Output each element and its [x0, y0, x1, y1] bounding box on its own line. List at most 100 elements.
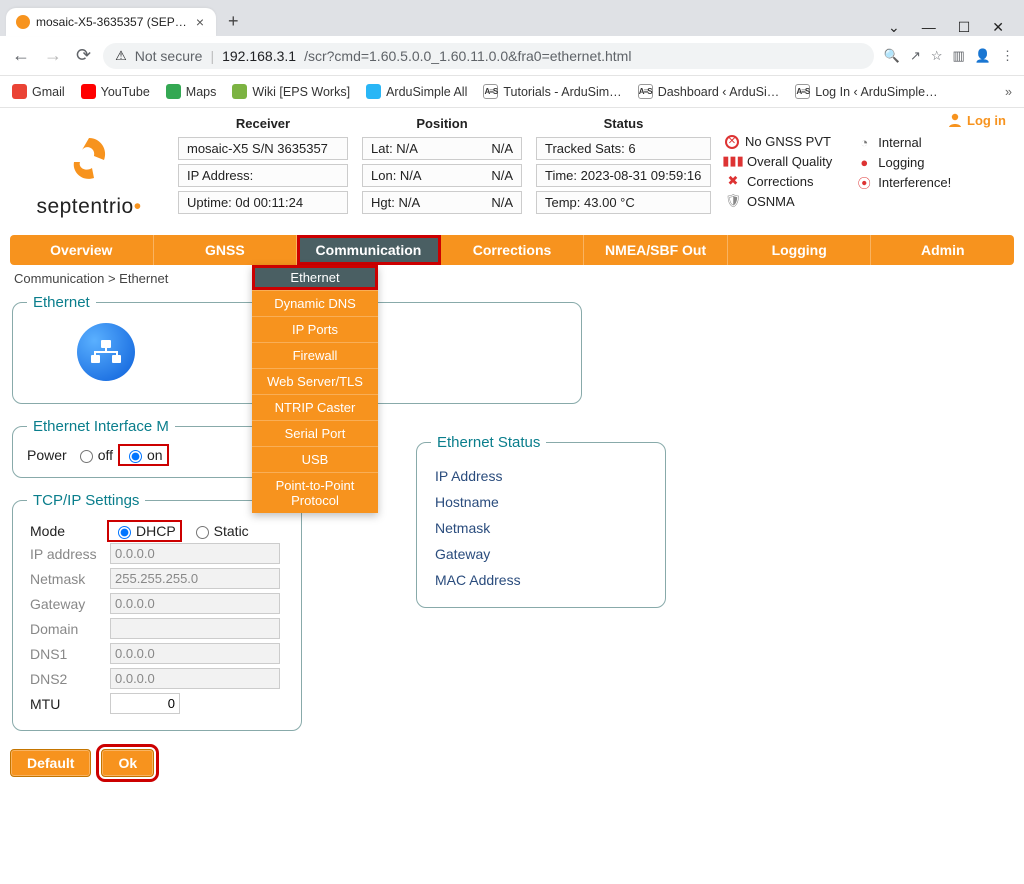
breadcrumb-b: Ethernet	[119, 271, 168, 286]
bookmark-gmail[interactable]: Gmail	[12, 84, 65, 99]
dropdown-firewall[interactable]: Firewall	[252, 342, 378, 368]
youtube-icon	[81, 84, 96, 99]
nav-nmea-sbf[interactable]: NMEA/SBF Out	[584, 235, 728, 265]
nav-corrections[interactable]: Corrections	[441, 235, 585, 265]
url-host: 192.168.3.1	[222, 48, 296, 64]
dropdown-p2p[interactable]: Point-to-Point Protocol	[252, 472, 378, 513]
caret-down-icon[interactable]: ⌄	[888, 19, 900, 36]
minimize-icon[interactable]: —	[922, 19, 936, 36]
ethstatus-ip[interactable]: IP Address	[431, 463, 651, 489]
breadcrumb-a[interactable]: Communication	[14, 271, 104, 286]
button-row: Default Ok	[10, 749, 390, 777]
bookmark-wiki[interactable]: Wiki [EPS Works]	[232, 84, 350, 99]
dns1-input[interactable]	[110, 643, 280, 664]
dropdown-serial[interactable]: Serial Port	[252, 420, 378, 446]
ethstatus-gateway[interactable]: Gateway	[431, 541, 651, 567]
login-link[interactable]: Log in	[947, 112, 1006, 128]
interface-mode-legend: Ethernet Interface M	[27, 418, 175, 435]
flag-no-gnss: No GNSS PVT	[745, 134, 831, 149]
dropdown-ethernet[interactable]: Ethernet	[252, 265, 378, 290]
power-on-radio[interactable]: on	[121, 447, 166, 463]
position-head: Position	[362, 116, 522, 133]
reload-button[interactable]: ⟳	[74, 43, 93, 68]
bookmark-dashboard[interactable]: A≡SDashboard ‹ ArduSi…	[638, 84, 780, 99]
dns2-label: DNS2	[27, 666, 107, 691]
nav-gnss[interactable]: GNSS	[154, 235, 298, 265]
dns1-label: DNS1	[27, 641, 107, 666]
interface-mode-fieldset: Ethernet Interface M Power off on	[12, 418, 282, 478]
close-icon[interactable]: ×	[194, 14, 206, 30]
header-info: septentrio• Receiver mosaic-X5 S/N 36353…	[10, 108, 1014, 229]
wiki-icon	[232, 84, 247, 99]
receiver-column: Receiver mosaic-X5 S/N 3635357 IP Addres…	[178, 116, 348, 214]
share-icon[interactable]: ↗	[910, 48, 921, 64]
ethstatus-hostname[interactable]: Hostname	[431, 489, 651, 515]
receiver-model: mosaic-X5 S/N 3635357	[178, 137, 348, 160]
new-tab-button[interactable]: +	[222, 7, 245, 36]
browser-tab[interactable]: mosaic-X5-3635357 (SEPT) - Sep ×	[6, 8, 216, 36]
nav-overview[interactable]: Overview	[10, 235, 154, 265]
page-body: Log in septentrio• Receiver mosaic-X5 S/…	[0, 108, 1024, 797]
status-time: Time: 2023-08-31 09:59:16	[536, 164, 711, 187]
bookmark-youtube[interactable]: YouTube	[81, 84, 150, 99]
side-panel-icon[interactable]: ▥	[953, 48, 965, 64]
forward-button[interactable]: →	[42, 43, 64, 68]
nav-admin[interactable]: Admin	[871, 235, 1014, 265]
flag-corrections: Corrections	[747, 174, 813, 189]
ethstatus-legend: Ethernet Status	[431, 434, 546, 451]
mode-label: Mode	[27, 521, 107, 541]
as-icon: A≡S	[638, 84, 653, 99]
mode-static-radio[interactable]: Static	[191, 523, 249, 539]
address-bar[interactable]: ⚠ Not secure | 192.168.3.1/scr?cmd=1.60.…	[103, 43, 874, 69]
bookmark-ardusimple[interactable]: ArduSimple All	[366, 84, 467, 99]
ethstatus-netmask[interactable]: Netmask	[431, 515, 651, 541]
mode-dhcp-radio[interactable]: DHCP	[110, 523, 179, 539]
flag-logging: Logging	[878, 155, 924, 170]
dropdown-ddns[interactable]: Dynamic DNS	[252, 290, 378, 316]
bars-icon: ▮▮▮	[725, 153, 741, 169]
mtu-input[interactable]	[110, 693, 180, 714]
close-window-icon[interactable]: ✕	[992, 19, 1004, 36]
bookmark-icon[interactable]: ☆	[931, 48, 943, 64]
gateway-input[interactable]	[110, 593, 280, 614]
power-off-radio[interactable]: off	[75, 447, 113, 463]
dropdown-webserver[interactable]: Web Server/TLS	[252, 368, 378, 394]
bookmark-maps[interactable]: Maps	[166, 84, 217, 99]
maximize-icon[interactable]: ☐	[958, 19, 971, 36]
tcpip-legend: TCP/IP Settings	[27, 492, 145, 509]
brand-name: septentrio•	[14, 195, 164, 219]
status-flags: ✕No GNSS PVT ▮▮▮Overall Quality ✖Correct…	[725, 116, 951, 209]
profile-icon[interactable]: 👤	[975, 48, 991, 64]
url-bar-row: ← → ⟳ ⚠ Not secure | 192.168.3.1/scr?cmd…	[0, 36, 1024, 76]
bookmarks-overflow-icon[interactable]: »	[1005, 85, 1012, 99]
telegram-icon	[366, 84, 381, 99]
record-icon: ●	[856, 154, 872, 170]
ok-button[interactable]: Ok	[101, 749, 154, 777]
dns2-input[interactable]	[110, 668, 280, 689]
nav-logging[interactable]: Logging	[728, 235, 872, 265]
ethstatus-mac[interactable]: MAC Address	[431, 567, 651, 593]
gmail-icon	[12, 84, 27, 99]
zoom-icon[interactable]: 🔍	[884, 48, 900, 64]
dropdown-ntrip[interactable]: NTRIP Caster	[252, 394, 378, 420]
ip-input[interactable]	[110, 543, 280, 564]
dropdown-usb[interactable]: USB	[252, 446, 378, 472]
nav-communication[interactable]: Communication	[297, 235, 441, 265]
receiver-uptime: Uptime: 0d 00:11:24	[178, 191, 348, 214]
bookmark-login[interactable]: A≡SLog In ‹ ArduSimple…	[795, 84, 937, 99]
main-nav: Overview GNSS Communication Corrections …	[10, 235, 1014, 265]
network-icon[interactable]	[77, 323, 135, 381]
default-button[interactable]: Default	[10, 749, 91, 777]
domain-input[interactable]	[110, 618, 280, 639]
dropdown-ipports[interactable]: IP Ports	[252, 316, 378, 342]
status-sats: Tracked Sats: 6	[536, 137, 711, 160]
interference-icon: ⦿	[856, 174, 872, 190]
logo-icon	[66, 136, 112, 186]
window-buttons: ⌄ — ☐ ✕	[888, 19, 1018, 36]
logo: septentrio•	[14, 116, 164, 219]
back-button[interactable]: ←	[10, 43, 32, 68]
status-temp: Temp: 43.00 °C	[536, 191, 711, 214]
kebab-menu-icon[interactable]: ⋮	[1001, 48, 1014, 64]
netmask-input[interactable]	[110, 568, 280, 589]
bookmark-tutorials[interactable]: A≡STutorials - ArduSim…	[483, 84, 621, 99]
